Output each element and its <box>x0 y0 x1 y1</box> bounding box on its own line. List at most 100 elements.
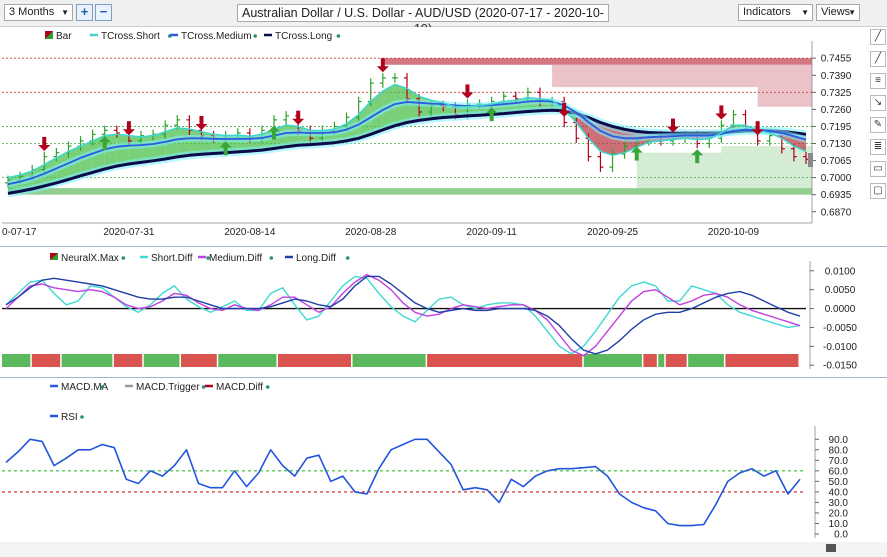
y-tick-label: 0.6935 <box>821 190 852 201</box>
neuralx-max-segment <box>352 354 426 367</box>
price-panel: 0.7455 0.7390 0.7325 0.7260 0.7195 0.7130 0.70… <box>0 27 887 243</box>
period-select-value: 3 Months <box>9 6 55 18</box>
rsi-background <box>0 378 887 557</box>
support-zone <box>8 188 812 195</box>
neuralx-max-segment <box>665 354 687 367</box>
legend-label: Medium.Diff <box>209 253 262 264</box>
legend-dot-icon <box>253 34 257 38</box>
chevron-down-icon: ▼ <box>848 8 856 17</box>
neuralx-max-segment <box>688 354 724 367</box>
sell-arrow <box>719 105 724 115</box>
buy-arrow <box>223 146 228 156</box>
x-tick-label: 2020-10-09 <box>708 227 760 238</box>
neuralx-max-segment <box>658 354 665 367</box>
sell-arrow <box>296 110 301 120</box>
x-tick-label: 0-07-17 <box>2 227 37 238</box>
legend-label: RSI <box>61 412 78 423</box>
legend-label: Bar <box>56 31 72 42</box>
views-label: Views <box>821 6 851 18</box>
y-tick-label: 0.7390 <box>821 71 852 82</box>
y-tick-label: 0.6870 <box>821 207 852 218</box>
buy-arrow <box>102 141 107 151</box>
sell-arrow <box>126 121 131 131</box>
buy-arrow <box>695 154 700 164</box>
indicators-select[interactable]: Indicators ▼ <box>738 4 813 21</box>
y-tick-label: -0.0100 <box>823 342 857 353</box>
y-tick-label: 50.0 <box>829 477 849 488</box>
y-tick-label: -0.0050 <box>823 323 857 334</box>
legend-label: NeuralX.Max <box>61 253 119 264</box>
sell-arrow <box>562 102 567 112</box>
legend-label: MACD.Trigger <box>136 382 200 393</box>
legend-dot-icon <box>121 256 126 260</box>
y-tick-label: 0.7260 <box>821 105 852 116</box>
sell-arrow <box>380 58 385 68</box>
neuralx-max-segment <box>427 354 583 367</box>
neural-panel: 0.0100 0.0050 0.0000 -0.0050 -0.0100 -0.0150 N… <box>0 246 887 377</box>
y-tick-label: 0.0100 <box>825 266 856 277</box>
y-tick-label: 0.7000 <box>821 173 852 184</box>
neuralx-max-segment <box>643 354 657 367</box>
legend-label: Long.Diff <box>296 253 336 264</box>
buy-arrow <box>272 130 276 140</box>
rsi-panel: 90.0 80.0 70.0 60.0 50.0 40.0 30.0 20.0 10.0 0.0 M… <box>0 377 887 557</box>
add-button[interactable]: + <box>76 4 93 21</box>
neuralx-max-segment <box>31 354 61 367</box>
remove-button[interactable]: − <box>95 4 112 21</box>
y-tick-label: 0.7455 <box>821 54 852 65</box>
resistance-zone <box>757 87 812 107</box>
rsi-chart[interactable]: 90.080.070.060.050.040.030.020.010.00.0 M… <box>0 378 887 557</box>
y-tick-label: 60.0 <box>829 466 849 477</box>
legend-dot-icon <box>100 385 104 389</box>
sell-arrow <box>199 115 204 125</box>
chart-title: Australian Dollar / U.S. Dollar - AUD/US… <box>237 4 609 36</box>
legend-dot-icon <box>269 256 274 260</box>
legend-label: MACD.Diff <box>216 382 263 393</box>
support-zone <box>636 152 812 189</box>
y-tick-label: 40.0 <box>829 487 849 498</box>
buy-arrow <box>489 112 494 122</box>
sell-arrow <box>42 136 47 146</box>
sell-arrow <box>465 84 470 94</box>
y-tick-label: 80.0 <box>829 445 849 456</box>
neuralx-max-segment <box>113 354 143 367</box>
neural-chart[interactable]: 0.0100 0.0050 0.0000 -0.0050 -0.0100 -0.0150 N… <box>0 247 887 377</box>
legend-dot-icon <box>201 385 206 389</box>
y-tick-label: 0.0000 <box>825 304 856 315</box>
resistance-zone <box>552 64 812 74</box>
x-tick-label: 2020-08-14 <box>224 227 276 238</box>
views-select[interactable]: Views ▼ <box>816 4 860 21</box>
y-tick-label: 0.7130 <box>821 139 852 150</box>
chevron-down-icon: ▼ <box>801 8 809 17</box>
legend-label: TCross.Medium <box>181 31 252 42</box>
neuralx-max-segment <box>725 354 799 367</box>
price-scroll-thumb <box>808 153 813 167</box>
x-tick-label: 2020-08-28 <box>345 227 397 238</box>
h-scrollbar <box>0 542 887 557</box>
y-tick-label: 0.7325 <box>821 88 852 99</box>
y-tick-label: 0.7195 <box>821 122 852 133</box>
neuralx-max-segment <box>180 354 217 367</box>
x-tick-label: 2020-09-25 <box>587 227 639 238</box>
neuralx-max-segment <box>277 354 352 367</box>
y-tick-label: 0.7065 <box>821 156 852 167</box>
price-chart[interactable]: 0.7455 0.7390 0.7325 0.7260 0.7195 0.7130 0.70… <box>0 27 868 243</box>
legend-dot-icon <box>265 385 270 389</box>
sell-arrow <box>755 121 760 131</box>
legend-dot-icon <box>336 34 341 38</box>
y-tick-label: 0.0 <box>834 530 848 541</box>
chevron-down-icon: ▼ <box>61 8 69 17</box>
neuralx-max-segment <box>143 354 180 367</box>
y-tick-label: -0.0150 <box>823 361 857 372</box>
legend-label: TCross.Short <box>101 31 160 42</box>
y-tick-label: 30.0 <box>829 498 849 509</box>
period-select[interactable]: 3 Months ▼ <box>4 4 73 21</box>
legend-dot-icon <box>80 415 84 419</box>
buy-arrow <box>634 151 639 161</box>
neuralx-max-segment <box>583 354 642 367</box>
y-tick-label: 20.0 <box>829 508 849 519</box>
x-tick-label: 2020-07-31 <box>103 227 155 238</box>
resistance-zone <box>552 73 812 88</box>
resistance-zone <box>382 58 812 65</box>
y-tick-label: 0.0050 <box>825 285 856 296</box>
